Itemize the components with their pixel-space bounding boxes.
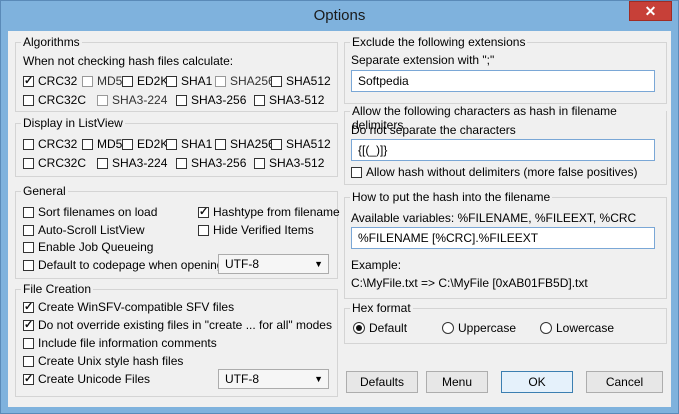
hex-format-group: Hex format Default Uppercase Lowercase [344,301,667,344]
no-override-checkbox[interactable]: Do not override existing files in "creat… [23,318,332,332]
unicode-files-checkbox[interactable]: Create Unicode Files [23,372,150,386]
algo-crc32c-checkbox[interactable]: CRC32C [23,93,86,107]
lv-sha1-checkbox[interactable]: SHA1 [166,137,212,151]
hide-verified-checkbox[interactable]: Hide Verified Items [198,223,314,237]
general-legend: General [21,184,68,198]
lv-sha3-256-checkbox[interactable]: SHA3-256 [176,156,246,170]
autoscroll-listview-checkbox[interactable]: Auto-Scroll ListView [23,223,145,237]
hex-uppercase-radio[interactable]: Uppercase [442,321,516,335]
listview-group: Display in ListView CRC32 MD5 ED2K SHA1 … [15,116,338,177]
exclude-extensions-label: Separate extension with ";" [351,53,495,67]
default-codepage-checkbox[interactable]: Default to codepage when opening: [23,258,227,272]
filename-pattern-input[interactable]: %FILENAME [%CRC].%FILEEXT [351,227,655,249]
unicode-encoding-select[interactable]: UTF-8 ▼ [218,369,329,389]
defaults-button[interactable]: Defaults [346,371,418,393]
algo-sha3-256-checkbox[interactable]: SHA3-256 [176,93,246,107]
lv-md5-checkbox[interactable]: MD5 [82,137,122,151]
window-title: Options [313,7,366,24]
lv-sha256-checkbox[interactable]: SHA256 [215,137,275,151]
allow-without-delimiters-checkbox[interactable]: Allow hash without delimiters (more fals… [351,165,637,179]
hex-default-radio[interactable]: Default [353,321,407,335]
lv-sha512-checkbox[interactable]: SHA512 [271,137,331,151]
file-creation-legend: File Creation [21,282,94,296]
delimiters-input[interactable]: {[(_)]} [351,139,655,161]
hex-format-legend: Hex format [350,301,413,315]
algo-sha256-checkbox[interactable]: SHA256 [215,74,275,88]
hex-lowercase-radio[interactable]: Lowercase [540,321,614,335]
lv-ed2k-checkbox[interactable]: ED2K [122,137,168,151]
cancel-button[interactable]: Cancel [586,371,663,393]
unix-style-checkbox[interactable]: Create Unix style hash files [23,354,183,368]
lv-sha3-512-checkbox[interactable]: SHA3-512 [254,156,324,170]
algo-ed2k-checkbox[interactable]: ED2K [122,74,168,88]
winsfv-checkbox[interactable]: Create WinSFV-compatible SFV files [23,300,234,314]
delimiters-label: Do not separate the characters [351,123,516,137]
algorithms-legend: Algorithms [21,35,82,49]
listview-legend: Display in ListView [21,116,125,130]
chevron-down-icon: ▼ [314,259,323,269]
codepage-select[interactable]: UTF-8 ▼ [218,254,329,274]
hash-filename-legend: How to put the hash into the filename [350,190,553,204]
algorithms-group: Algorithms When not checking hash files … [15,35,338,112]
file-creation-group: File Creation Create WinSFV-compatible S… [15,282,338,397]
algo-sha3-512-checkbox[interactable]: SHA3-512 [254,93,324,107]
example-text: C:\MyFile.txt => C:\MyFile [0xAB01FB5D].… [351,276,588,290]
exclude-extensions-input[interactable]: Softpedia [351,70,655,92]
exclude-extensions-group: Exclude the following extensions Separat… [344,35,667,104]
algo-crc32-checkbox[interactable]: CRC32 [23,74,77,88]
available-variables-label: Available variables: %FILENAME, %FILEEXT… [351,211,637,225]
general-group: General Sort filenames on load Hashtype … [15,184,340,279]
ok-button[interactable]: OK [501,371,573,393]
example-label: Example: [351,258,402,272]
title-bar[interactable]: Options ✕ [1,1,678,31]
hash-filename-group: How to put the hash into the filename Av… [344,190,667,299]
lv-sha3-224-checkbox[interactable]: SHA3-224 [97,156,167,170]
exclude-extensions-legend: Exclude the following extensions [350,35,528,49]
file-info-comments-checkbox[interactable]: Include file information comments [23,336,217,350]
hashtype-from-filename-checkbox[interactable]: Hashtype from filename [198,205,340,219]
job-queueing-checkbox[interactable]: Enable Job Queueing [23,240,153,254]
menu-button[interactable]: Menu [426,371,488,393]
dialog-client-area: Algorithms When not checking hash files … [8,31,671,407]
algo-sha512-checkbox[interactable]: SHA512 [271,74,331,88]
algo-sha3-224-checkbox[interactable]: SHA3-224 [97,93,167,107]
options-window: Options ✕ Algorithms When not checking h… [0,0,679,414]
algorithms-subtitle: When not checking hash files calculate: [23,54,234,68]
close-button[interactable]: ✕ [629,1,672,21]
lv-crc32c-checkbox[interactable]: CRC32C [23,156,86,170]
delimiters-group: Allow the following characters as hash i… [344,104,667,185]
close-icon: ✕ [644,3,657,19]
sort-filenames-checkbox[interactable]: Sort filenames on load [23,205,157,219]
algo-sha1-checkbox[interactable]: SHA1 [166,74,212,88]
chevron-down-icon: ▼ [314,374,323,384]
algo-md5-checkbox[interactable]: MD5 [82,74,122,88]
lv-crc32-checkbox[interactable]: CRC32 [23,137,77,151]
